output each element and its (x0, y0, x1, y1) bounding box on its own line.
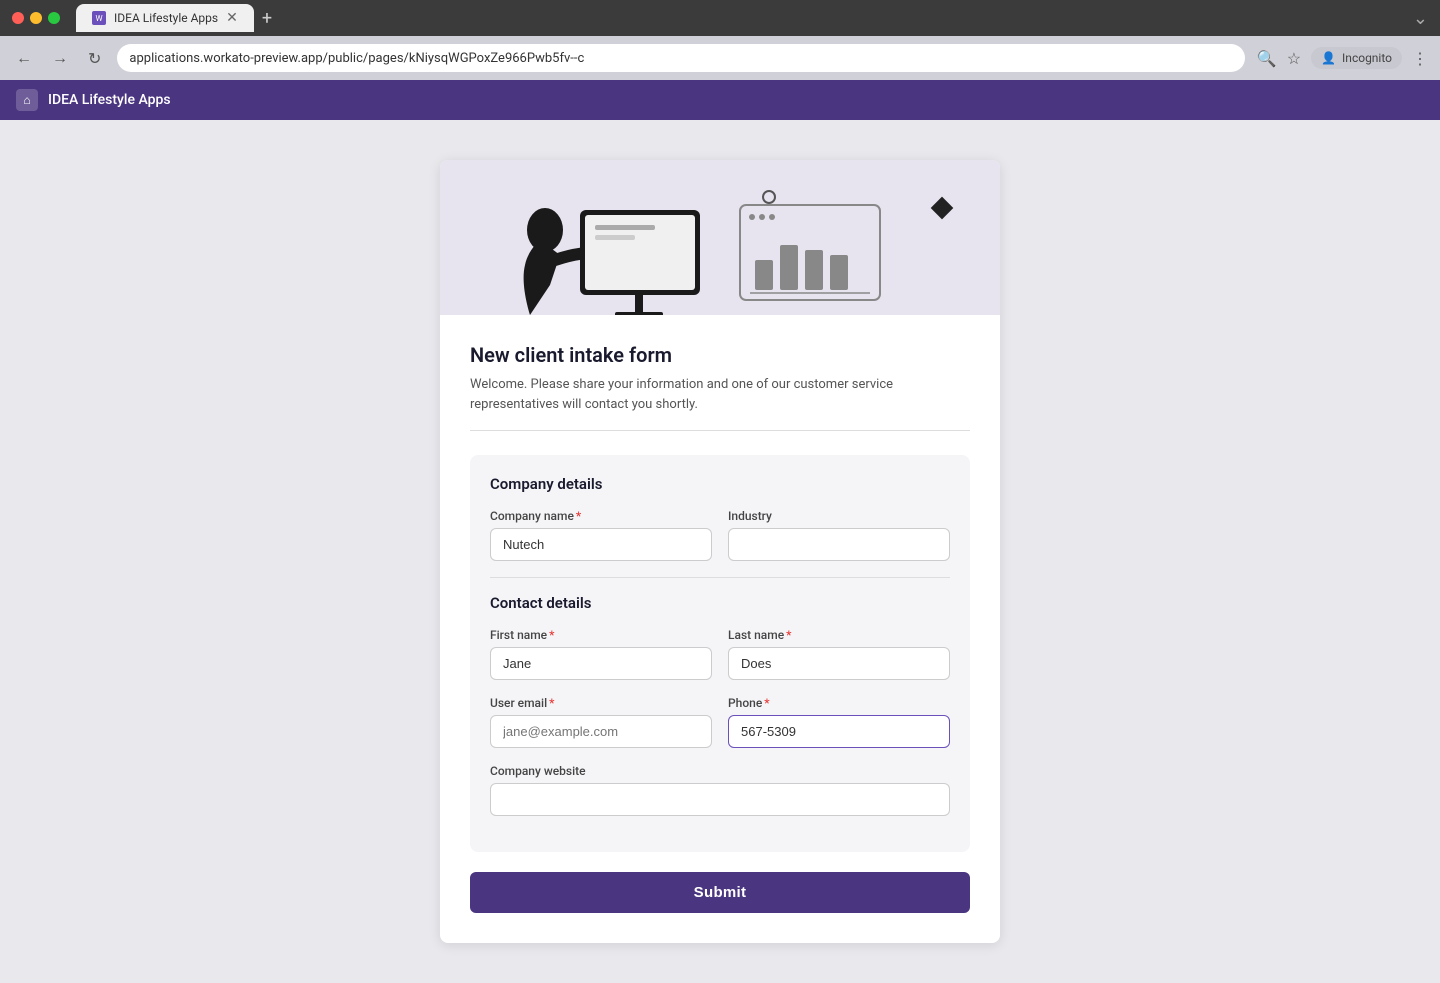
incognito-label: Incognito (1342, 51, 1392, 65)
hero-image (440, 160, 1000, 315)
submit-area: Submit (470, 872, 970, 913)
address-actions: 🔍 ☆ 👤 Incognito ⋮ (1257, 47, 1428, 69)
traffic-lights (12, 12, 60, 24)
company-details-section: Company details Company name* Industry (470, 455, 970, 852)
maximize-window-button[interactable] (48, 12, 60, 24)
industry-input[interactable] (728, 528, 950, 561)
form-content: New client intake form Welcome. Please s… (440, 315, 1000, 431)
phone-input[interactable] (728, 715, 950, 748)
form-divider (470, 430, 970, 431)
first-name-group: First name* (490, 628, 712, 680)
submit-button[interactable]: Submit (470, 872, 970, 913)
website-label: Company website (490, 764, 950, 778)
minimize-window-button[interactable] (30, 12, 42, 24)
phone-group: Phone* (728, 696, 950, 748)
phone-label: Phone* (728, 696, 950, 710)
last-name-label: Last name* (728, 628, 950, 642)
section-divider (490, 577, 950, 578)
bookmark-icon[interactable]: ☆ (1287, 49, 1301, 68)
email-label: User email* (490, 696, 712, 710)
first-name-label: First name* (490, 628, 712, 642)
browser-menu-button[interactable]: ⌄ (1413, 8, 1428, 29)
contact-section-title: Contact details (490, 594, 950, 612)
zoom-icon[interactable]: 🔍 (1257, 49, 1277, 68)
name-row: First name* Last name* (490, 628, 950, 680)
first-name-input[interactable] (490, 647, 712, 680)
forward-button[interactable]: → (48, 44, 72, 72)
tab-bar: W IDEA Lifestyle Apps ✕ + (68, 4, 1405, 33)
email-phone-row: User email* Phone* (490, 696, 950, 748)
app-header-title: IDEA Lifestyle Apps (48, 92, 171, 108)
browser-options-icon[interactable]: ⋮ (1412, 49, 1428, 68)
form-card: New client intake form Welcome. Please s… (440, 160, 1000, 943)
email-input[interactable] (490, 715, 712, 748)
active-tab[interactable]: W IDEA Lifestyle Apps ✕ (76, 4, 254, 32)
required-star: * (576, 509, 581, 523)
back-button[interactable]: ← (12, 44, 36, 72)
refresh-button[interactable]: ↻ (84, 45, 105, 72)
url-input[interactable]: applications.workato-preview.app/public/… (117, 44, 1244, 72)
tab-title: IDEA Lifestyle Apps (114, 11, 218, 25)
new-tab-button[interactable]: + (254, 4, 280, 33)
email-group: User email* (490, 696, 712, 748)
company-section-title: Company details (490, 475, 950, 493)
title-bar: W IDEA Lifestyle Apps ✕ + ⌄ (0, 0, 1440, 36)
browser-frame: W IDEA Lifestyle Apps ✕ + ⌄ ← → ↻ applic… (0, 0, 1440, 983)
last-name-group: Last name* (728, 628, 950, 680)
last-name-input[interactable] (728, 647, 950, 680)
app-home-icon[interactable]: ⌂ (16, 89, 38, 111)
website-input[interactable] (490, 783, 950, 816)
website-row: Company website (490, 764, 950, 816)
address-bar: ← → ↻ applications.workato-preview.app/p… (0, 36, 1440, 80)
close-window-button[interactable] (12, 12, 24, 24)
industry-label: Industry (728, 509, 950, 523)
incognito-badge: 👤 Incognito (1311, 47, 1402, 69)
company-name-input[interactable] (490, 528, 712, 561)
incognito-icon: 👤 (1321, 51, 1336, 65)
company-row: Company name* Industry (490, 509, 950, 561)
hero-illustration (450, 175, 910, 315)
company-name-group: Company name* (490, 509, 712, 561)
website-group: Company website (490, 764, 950, 816)
tab-favicon: W (92, 11, 106, 25)
main-content: New client intake form Welcome. Please s… (0, 120, 1440, 983)
industry-group: Industry (728, 509, 950, 561)
app-header: ⌂ IDEA Lifestyle Apps (0, 80, 1440, 120)
form-title: New client intake form (470, 343, 970, 367)
diamond-decoration (931, 197, 954, 220)
url-text: applications.workato-preview.app/public/… (129, 51, 584, 66)
tab-close-button[interactable]: ✕ (226, 10, 238, 26)
form-description: Welcome. Please share your information a… (470, 375, 970, 414)
company-name-label: Company name* (490, 509, 712, 523)
